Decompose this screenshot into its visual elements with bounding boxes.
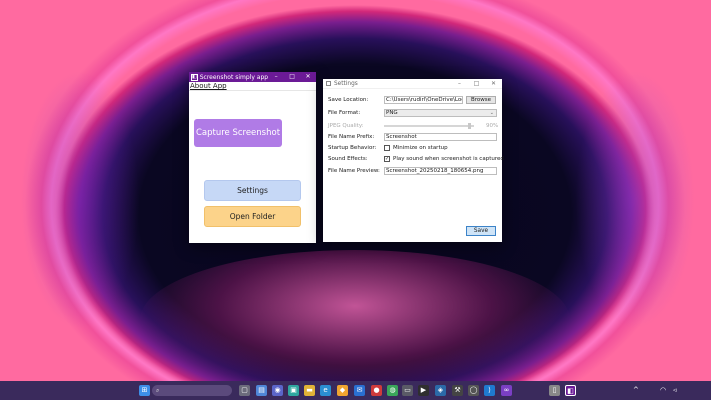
mail-icon[interactable]: ✉	[354, 385, 365, 396]
save-location-input[interactable]: C:\Users\rudirl\OneDrive\Locion	[384, 95, 463, 104]
startup-row: Startup Behavior: Minimize on startup	[328, 143, 448, 152]
app-icon[interactable]: ⚒	[452, 385, 463, 396]
file-format-select[interactable]: PNG ⌄	[384, 108, 497, 117]
file-name-preview: Screenshot_20250218_180654.png	[384, 166, 497, 175]
volume-icon[interactable]: ◃	[673, 385, 677, 396]
maximize-button[interactable]: □	[284, 72, 300, 82]
slider-track	[384, 124, 474, 127]
taskbar-search[interactable]: ⌕	[152, 385, 232, 396]
wifi-icon[interactable]: ◠	[660, 385, 666, 396]
app-icon[interactable]: ◍	[387, 385, 398, 396]
settings-window: Settings – □ ✕ Save Location: C:\Users\r…	[323, 79, 504, 242]
maximize-button[interactable]: □	[468, 81, 485, 87]
settings-title: Settings	[334, 80, 358, 87]
save-location-label: Save Location:	[328, 96, 369, 103]
minimize-button[interactable]: –	[451, 81, 468, 87]
startup-label: Startup Behavior:	[328, 144, 377, 151]
app-title: Screenshot simply app	[199, 73, 269, 81]
magnifier-icon: ⌕	[156, 387, 160, 394]
wallpaper-glow	[140, 250, 570, 390]
terminal-icon[interactable]: ▶	[418, 385, 429, 396]
window-icon	[326, 81, 331, 86]
wallpaper-glow	[575, 70, 695, 330]
minimize-button[interactable]: –	[268, 72, 284, 82]
sound-row: Sound Effects: ✓ Play sound when screens…	[328, 154, 504, 163]
app-icon[interactable]: ▭	[402, 385, 413, 396]
wallpaper-glow	[20, 70, 140, 330]
slider-thumb[interactable]	[468, 122, 471, 129]
preview-row: File Name Preview: Screenshot_20250218_1…	[328, 166, 497, 175]
close-button[interactable]: ✕	[485, 81, 502, 87]
file-explorer-icon[interactable]: ▣	[288, 385, 299, 396]
save-location-row: Save Location: C:\Users\rudirl\OneDrive\…	[328, 95, 497, 104]
play-sound-checkbox[interactable]: ✓	[384, 155, 390, 162]
browse-button[interactable]: Browse	[466, 95, 497, 104]
store-icon[interactable]: ◆	[337, 385, 348, 396]
jpeg-quality-slider[interactable]	[384, 122, 474, 130]
app-titlebar[interactable]: ◧ Screenshot simply app – □ ✕	[189, 72, 316, 82]
sound-label: Sound Effects:	[328, 155, 368, 162]
task-view-icon[interactable]: ▢	[239, 385, 250, 396]
screenshot-app-icon[interactable]: ◧	[565, 385, 576, 396]
chevron-down-icon: ⌄	[489, 109, 494, 116]
taskbar: ⊞ ⌕ ▢ ▤ ◉ ▣ ▬ e ◆ ✉ ● ◍ ▭ ▶ ◈ ⚒ ◯ ⟩ ∞ ▯ …	[0, 381, 711, 400]
save-button[interactable]: Save	[466, 226, 496, 236]
folder-icon[interactable]: ▬	[304, 385, 315, 396]
menubar: About App	[189, 82, 316, 91]
vscode-icon[interactable]: ⟩	[484, 385, 495, 396]
file-format-row: File Format: PNG ⌄	[328, 108, 497, 117]
file-format-label: File Format:	[328, 109, 361, 116]
app-icon: ◧	[191, 73, 198, 81]
jpeg-quality-label: JPEG Quality:	[328, 122, 364, 129]
play-sound-text: Play sound when screenshot is captured	[393, 155, 504, 162]
prefix-input[interactable]: Screenshot	[384, 132, 497, 141]
jpeg-quality-value: 90%	[486, 122, 499, 129]
prefix-row: File Name Prefix: Screenshot	[328, 132, 497, 141]
screenshot-app-window: ◧ Screenshot simply app – □ ✕ About App …	[189, 72, 316, 243]
capture-screenshot-button[interactable]: Capture Screenshot	[194, 119, 282, 147]
open-folder-button[interactable]: Open Folder	[204, 206, 301, 227]
windows-start-icon[interactable]: ⊞	[139, 385, 150, 396]
prefix-label: File Name Prefix:	[328, 133, 375, 140]
chat-icon[interactable]: ◉	[272, 385, 283, 396]
app-icon[interactable]: ◯	[468, 385, 479, 396]
app-icon[interactable]: ●	[371, 385, 382, 396]
jpeg-quality-row: JPEG Quality: 90%	[328, 121, 498, 130]
widgets-icon[interactable]: ▤	[256, 385, 267, 396]
settings-button[interactable]: Settings	[204, 180, 301, 201]
file-format-value: PNG	[386, 109, 398, 116]
app-icon[interactable]: ◈	[435, 385, 446, 396]
preview-label: File Name Preview:	[328, 167, 380, 174]
edge-icon[interactable]: e	[320, 385, 331, 396]
about-app-menu[interactable]: About App	[190, 82, 227, 90]
chevron-up-icon[interactable]: ^	[633, 385, 639, 396]
visual-studio-icon[interactable]: ∞	[501, 385, 512, 396]
settings-titlebar[interactable]: Settings – □ ✕	[323, 79, 502, 89]
app-icon[interactable]: ▯	[549, 385, 560, 396]
minimize-on-startup-text: Minimize on startup	[393, 144, 448, 151]
minimize-on-startup-checkbox[interactable]	[384, 144, 390, 151]
close-button[interactable]: ✕	[300, 72, 316, 82]
